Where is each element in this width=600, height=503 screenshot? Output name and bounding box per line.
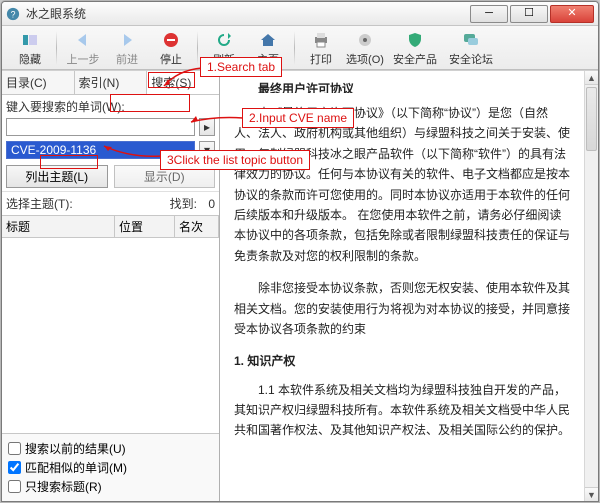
callout-input-cve: 2.Input CVE name [242,108,354,128]
forum-icon [462,29,480,51]
app-window: ? 冰之眼系统 ─ ☐ ✕ 隐藏 上一步 前进 停止 刷新 [1,1,599,502]
highlight-select-topic [40,155,98,169]
minimize-button[interactable]: ─ [470,5,508,23]
search-dropdown-button[interactable]: ▸ [199,118,215,136]
minimize-icon: ─ [485,8,493,19]
close-icon: ✕ [567,8,576,19]
toolbar-sep [294,31,295,65]
results-body [2,238,219,433]
doc-paragraph: 除非您接受本协议条款，否则您无权安装、使用本软件及其相关文档。您的安装使用行为将… [234,278,570,339]
check-prev-results[interactable]: 搜索以前的结果(U) [8,440,213,457]
document-scroll[interactable]: 最终用户许可协议 本《最终用户许可协议》（以下简称“协议”）是您（自然人、法人、… [220,71,584,501]
tab-contents[interactable]: 目录(C) [2,71,75,94]
checkbox-title-only[interactable] [8,480,21,493]
main-area: 目录(C) 索引(N) 搜索(S) 键入要搜索的单词(W): ▸ CVE-200… [2,70,598,501]
title-bar: ? 冰之眼系统 ─ ☐ ✕ [2,2,598,26]
toolbar: 隐藏 上一步 前进 停止 刷新 主页 打印 选项 [2,26,598,70]
window-title: 冰之眼系统 [26,5,470,22]
highlight-search-input [110,94,190,112]
checkbox-prev[interactable] [8,442,21,455]
forward-arrow-icon [118,29,136,51]
product-label: 安全产品 [393,51,437,67]
callout-list-topic: 3Click the list topic button [160,150,310,170]
col-title[interactable]: 标题 [2,216,115,237]
scroll-down-arrow[interactable]: ▼ [585,487,598,501]
check-title-only[interactable]: 只搜索标题(R) [8,478,213,495]
document-pane: 最终用户许可协议 本《最终用户许可协议》（以下简称“协议”）是您（自然人、法人、… [220,71,598,501]
checkbox-similar[interactable] [8,461,21,474]
chevron-right-icon: ▸ [204,120,210,134]
print-icon [312,29,330,51]
forum-button[interactable]: 安全论坛 [443,28,499,68]
search-label: 键入要搜索的单词(W): [6,98,125,115]
select-topic-label: 选择主题(T): [6,195,166,212]
search-input-row: ▸ [2,118,219,139]
stop-icon [162,29,180,51]
sidebar: 目录(C) 索引(N) 搜索(S) 键入要搜索的单词(W): ▸ CVE-200… [2,71,220,501]
check-title-label: 只搜索标题(R) [25,478,102,495]
options-label: 选项(O) [346,51,384,67]
print-button[interactable]: 打印 [299,28,343,68]
close-button[interactable]: ✕ [550,5,594,23]
forward-label: 前进 [116,51,138,67]
hide-button[interactable]: 隐藏 [8,28,52,68]
doc-title: 最终用户许可协议 [258,79,570,93]
found-label: 找到: [170,195,197,212]
search-input[interactable] [6,118,195,136]
results-header: 标题 位置 名次 [2,215,219,238]
maximize-button[interactable]: ☐ [510,5,548,23]
scroll-up-arrow[interactable]: ▲ [585,71,598,85]
hide-label: 隐藏 [19,51,41,67]
app-icon: ? [6,7,20,21]
options-icon [356,29,374,51]
tab-index[interactable]: 索引(N) [75,71,148,94]
product-button[interactable]: 安全产品 [387,28,443,68]
forward-button[interactable]: 前进 [105,28,149,68]
back-button[interactable]: 上一步 [61,28,105,68]
col-position[interactable]: 位置 [115,216,175,237]
refresh-icon [215,29,233,51]
back-arrow-icon [74,29,92,51]
toolbar-sep [197,31,198,65]
found-count: 0 [201,197,215,211]
check-similar-label: 匹配相似的单词(M) [25,459,127,476]
back-label: 上一步 [67,51,100,67]
hide-icon [21,29,39,51]
options-button[interactable]: 选项(O) [343,28,387,68]
scroll-thumb[interactable] [586,87,597,151]
stop-label: 停止 [160,51,182,67]
callout-search-tab: 1.Search tab [200,57,282,77]
col-rank[interactable]: 名次 [175,216,219,237]
check-similar-words[interactable]: 匹配相似的单词(M) [8,459,213,476]
svg-text:?: ? [11,9,16,19]
doc-paragraph: 1.1 本软件系统及相关文档均为绿盟科技独自开发的产品，其知识产权归绿盟科技所有… [234,380,570,441]
toolbar-sep [56,31,57,65]
highlight-search-tab [148,72,195,88]
search-options: 搜索以前的结果(U) 匹配相似的单词(M) 只搜索标题(R) [2,433,219,501]
print-label: 打印 [310,51,332,67]
forum-label: 安全论坛 [449,51,493,67]
home-icon [259,29,277,51]
vertical-scrollbar[interactable]: ▲ ▼ [584,71,598,501]
doc-heading: 1. 知识产权 [234,351,570,371]
select-topic-row: 选择主题(T): 找到: 0 [2,191,219,215]
shield-icon [406,29,424,51]
maximize-icon: ☐ [524,8,534,19]
check-prev-label: 搜索以前的结果(U) [25,440,126,457]
stop-button[interactable]: 停止 [149,28,193,68]
window-controls: ─ ☐ ✕ [470,5,594,23]
